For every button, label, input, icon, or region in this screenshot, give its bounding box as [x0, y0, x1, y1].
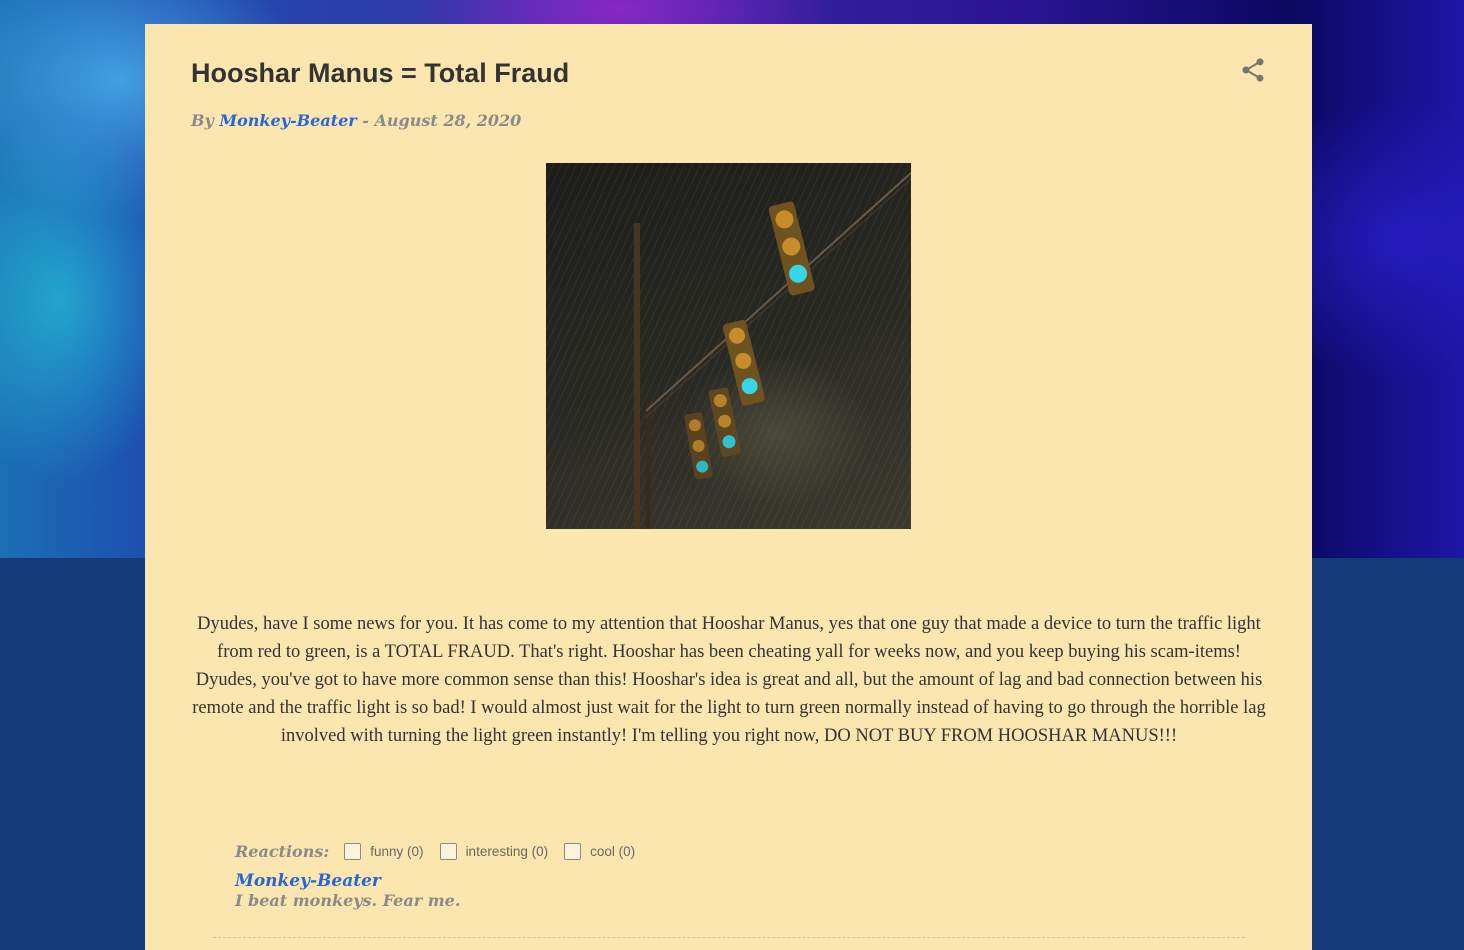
reaction-cool[interactable]: cool (0) — [564, 843, 635, 860]
share-icon — [1242, 58, 1264, 82]
byline-separator: - — [362, 111, 369, 130]
author-profile-link[interactable]: Monkey-Beater — [235, 870, 460, 892]
reaction-funny-checkbox[interactable] — [344, 843, 362, 860]
reaction-cool-checkbox[interactable] — [564, 843, 582, 860]
share-button[interactable] — [1239, 56, 1267, 84]
post-footer-divider — [213, 937, 1245, 938]
author-link[interactable]: Monkey-Beater — [219, 111, 356, 130]
byline-prefix: By — [191, 111, 214, 130]
post-body: Dyudes, have I some news for you. It has… — [192, 614, 1266, 746]
author-profile: Monkey-Beater I beat monkeys. Fear me. — [235, 870, 460, 910]
author-bio: I beat monkeys. Fear me. — [235, 891, 461, 910]
reaction-interesting-label: interesting (0) — [465, 844, 549, 859]
reactions-label: Reactions: — [235, 842, 330, 861]
reaction-funny-label: funny (0) — [370, 844, 424, 859]
reaction-interesting[interactable]: interesting (0) — [439, 843, 549, 860]
post-date: August 28, 2020 — [374, 111, 522, 130]
reaction-funny[interactable]: funny (0) — [344, 843, 424, 860]
post-title: Hooshar Manus = Total Fraud — [191, 58, 570, 88]
traffic-lights-illustration — [634, 172, 911, 529]
reaction-interesting-checkbox[interactable] — [439, 843, 457, 860]
reaction-cool-label: cool (0) — [590, 844, 636, 859]
reactions-bar: Reactions: funny (0) interesting (0) coo… — [235, 842, 651, 861]
blog-post: Hooshar Manus = Total Fraud By Monkey-Be… — [145, 24, 1312, 950]
post-byline: By Monkey-Beater - August 28, 2020 — [191, 111, 521, 130]
post-image[interactable] — [546, 163, 911, 529]
